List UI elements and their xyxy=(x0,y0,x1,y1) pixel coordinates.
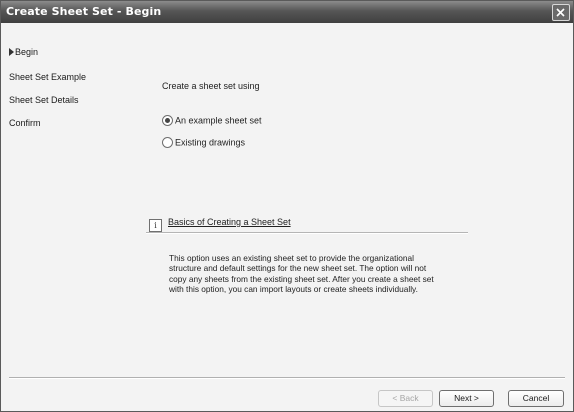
radio-label: An example sheet set xyxy=(175,115,262,126)
nav-item-confirm: Confirm xyxy=(9,118,41,128)
radio-button[interactable] xyxy=(162,137,173,149)
create-sheet-set-dialog: Create Sheet Set - Begin Begin Sheet Set… xyxy=(0,0,574,412)
close-button[interactable] xyxy=(552,4,570,21)
dialog-body: Begin Sheet Set Example Sheet Set Detail… xyxy=(1,23,573,411)
info-divider xyxy=(146,232,468,234)
nav-item-label: Confirm xyxy=(9,118,41,128)
current-step-arrow-icon xyxy=(9,48,14,56)
cancel-button[interactable]: Cancel xyxy=(508,390,564,407)
radio-existing-drawings[interactable]: Existing drawings xyxy=(162,137,246,149)
option-description: This option uses an existing sheet set t… xyxy=(169,253,434,294)
next-button[interactable]: Next > xyxy=(439,390,494,407)
footer-divider xyxy=(9,377,565,379)
create-using-label: Create a sheet set using xyxy=(162,81,260,91)
nav-item-begin: Begin xyxy=(9,47,38,57)
close-icon xyxy=(556,8,565,17)
nav-item-sheet-set-details: Sheet Set Details xyxy=(9,95,79,105)
nav-item-label: Sheet Set Details xyxy=(9,95,79,105)
dialog-title: Create Sheet Set - Begin xyxy=(6,5,162,18)
radio-selected-dot xyxy=(165,118,170,124)
basics-help-link[interactable]: Basics of Creating a Sheet Set xyxy=(168,217,291,227)
nav-item-label: Sheet Set Example xyxy=(9,72,87,82)
back-button[interactable]: < Back xyxy=(378,390,433,407)
nav-item-sheet-set-example: Sheet Set Example xyxy=(9,72,86,82)
radio-label: Existing drawings xyxy=(175,137,246,148)
title-bar[interactable]: Create Sheet Set - Begin xyxy=(1,1,573,23)
nav-item-label: Begin xyxy=(15,47,39,57)
radio-button[interactable] xyxy=(162,115,173,127)
radio-example-sheet-set[interactable]: An example sheet set xyxy=(162,115,262,127)
info-icon: i xyxy=(149,219,162,232)
